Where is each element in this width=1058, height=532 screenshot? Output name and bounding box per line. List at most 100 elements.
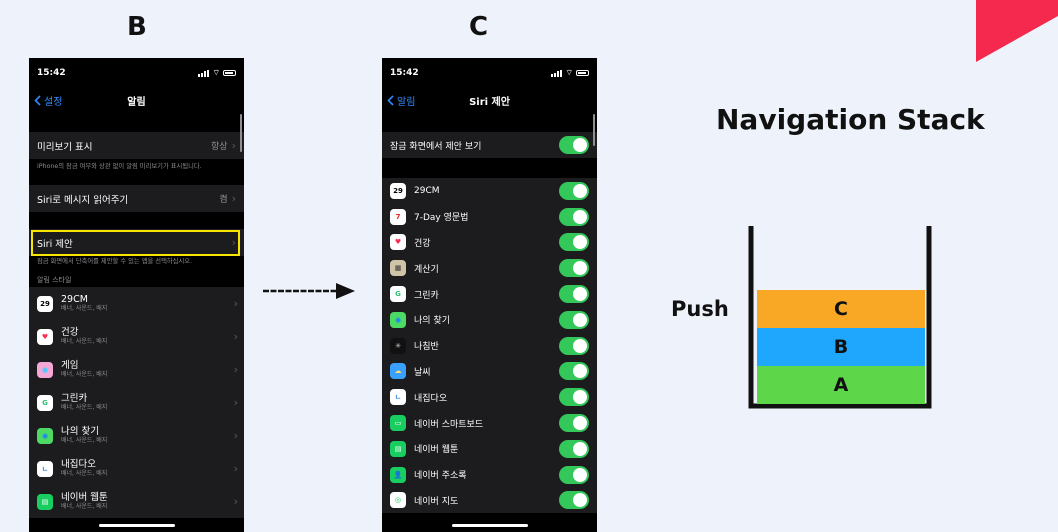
app-alert-style: 배너, 사운드, 배지 — [61, 370, 108, 378]
app-name: 29CM — [61, 293, 88, 305]
siri-highlight-box — [31, 230, 240, 256]
app-suggest-toggle[interactable] — [559, 233, 589, 252]
app-name: 날씨 — [414, 367, 431, 378]
signal-icon — [198, 69, 210, 77]
list-item: ✳ 나침반 — [382, 332, 597, 359]
chevron-right-icon: › — [233, 330, 238, 343]
app-toggle-list: 29 29CM 7 7-Day 영문법 ♥ 건강 ▦ 계산기 G 그린카 ◉ 나의 찾기 ✳ 나침반 ☁ 날씨… — [382, 178, 597, 514]
corner-decoration — [976, 0, 1058, 62]
app-name: 네이버 웹툰 — [414, 445, 459, 456]
label-b: B — [127, 12, 147, 42]
home-indicator — [98, 524, 175, 527]
section-header: 알림 스타일 — [29, 273, 244, 287]
status-bar: 15:42 ⌔ — [382, 58, 597, 88]
app-suggest-toggle[interactable] — [559, 181, 589, 200]
app-suggest-toggle[interactable] — [559, 310, 589, 329]
wifi-icon: ⌔ — [212, 68, 220, 77]
app-name: 나침반 — [414, 342, 439, 353]
app-name: 나의 찾기 — [414, 316, 450, 327]
app-alert-style: 배너, 사운드, 배지 — [61, 502, 108, 510]
list-item: ▦ 계산기 — [382, 255, 597, 282]
app-suggest-toggle[interactable] — [559, 362, 589, 381]
list-item[interactable]: ● 게임 배너, 사운드, 배지 › — [29, 353, 244, 386]
naver-webtoon-icon: ▤ — [390, 440, 406, 457]
lock-screen-suggest-label: 잠금 화면에서 제안 보기 — [390, 141, 482, 152]
app-suggest-toggle[interactable] — [559, 491, 589, 510]
chevron-left-icon — [387, 94, 394, 106]
preview-label: 미리보기 표시 — [37, 141, 93, 153]
health-icon: ♥ — [390, 234, 406, 251]
app-alert-style: 배너, 사운드, 배지 — [61, 469, 108, 477]
preview-row[interactable]: 미리보기 표시 항상 › — [29, 132, 244, 159]
list-item[interactable]: ◉ 나의 찾기 배너, 사운드, 배지 › — [29, 419, 244, 452]
siri-read-value: 켬 — [219, 195, 228, 205]
app-suggest-toggle[interactable] — [559, 207, 589, 226]
siri-read-label: Siri로 메시지 읽어주기 — [37, 194, 129, 206]
nav-bar: 설정 알림 — [29, 88, 244, 112]
naver-webtoon-icon: ▤ — [37, 493, 53, 510]
naejipdao-icon: ㄴ — [37, 460, 53, 477]
back-label: 설정 — [44, 96, 63, 108]
greencar-icon: G — [390, 286, 406, 303]
app-name: 건강 — [414, 238, 431, 249]
stack-block-a: A — [757, 366, 925, 404]
app-name: 내집다오 — [61, 458, 96, 470]
list-item[interactable]: ♥ 건강 배너, 사운드, 배지 › — [29, 320, 244, 353]
app-name: 건강 — [61, 326, 79, 338]
list-item: ◎ 네이버 지도 — [382, 487, 597, 514]
chevron-right-icon: › — [233, 363, 238, 376]
lock-screen-suggest-row: 잠금 화면에서 제안 보기 — [382, 132, 597, 158]
back-button[interactable]: 알림 — [382, 93, 415, 108]
29cm-icon: 29 — [37, 295, 53, 312]
back-button[interactable]: 설정 — [29, 93, 62, 108]
7day-grammar-icon: 7 — [390, 208, 406, 225]
app-suggest-toggle[interactable] — [559, 439, 589, 458]
app-alert-style: 배너, 사운드, 배지 — [61, 403, 108, 411]
naver-contacts-icon: 👤 — [390, 466, 406, 483]
list-item[interactable]: 29 29CM 배너, 사운드, 배지 › — [29, 287, 244, 320]
app-list: 29 29CM 배너, 사운드, 배지 › ♥ 건강 배너, 사운드, 배지 › ● 게임 배너, … — [29, 287, 244, 518]
app-suggest-toggle[interactable] — [559, 259, 589, 278]
stack-title: Navigation Stack — [716, 103, 985, 136]
app-name: 7-Day 영문법 — [414, 213, 469, 224]
29cm-icon: 29 — [390, 182, 406, 199]
scrollbar[interactable] — [593, 114, 595, 146]
list-item: ◉ 나의 찾기 — [382, 306, 597, 333]
status-time: 15:42 — [37, 68, 66, 78]
chevron-right-icon: › — [233, 297, 238, 310]
chevron-right-icon: › — [231, 192, 236, 205]
list-item: G 그린카 — [382, 281, 597, 307]
app-suggest-toggle[interactable] — [559, 336, 589, 355]
app-suggest-toggle[interactable] — [559, 414, 589, 433]
app-suggest-toggle[interactable] — [559, 388, 589, 407]
list-item: 29 29CM — [382, 178, 597, 204]
app-alert-style: 배너, 사운드, 배지 — [61, 337, 108, 345]
app-suggest-toggle[interactable] — [559, 285, 589, 304]
compass-icon: ✳ — [390, 337, 406, 354]
scrollbar[interactable] — [240, 114, 242, 152]
back-label: 알림 — [397, 96, 416, 108]
list-item: ㄴ 내집다오 — [382, 384, 597, 411]
stack-block-b: B — [757, 328, 925, 366]
app-alert-style: 배너, 사운드, 배지 — [61, 304, 108, 312]
nav-bar: 알림 Siri 제안 — [382, 88, 597, 112]
list-item[interactable]: ▤ 네이버 웹툰 배너, 사운드, 배지 › — [29, 485, 244, 518]
chevron-left-icon — [34, 94, 41, 106]
siri-read-row[interactable]: Siri로 메시지 읽어주기 켬 › — [29, 185, 244, 212]
siri-footer: 잠금 화면에서 단축어를 제안할 수 있는 앱을 선택하십시오. — [29, 256, 244, 273]
list-item: 7 7-Day 영문법 — [382, 203, 597, 230]
chevron-right-icon: › — [231, 139, 236, 152]
stack-block-c: C — [757, 290, 925, 328]
find-my-icon: ◉ — [37, 427, 53, 444]
lock-screen-suggest-toggle[interactable] — [559, 136, 589, 154]
arrow-right-icon — [263, 283, 355, 299]
chevron-right-icon: › — [233, 396, 238, 409]
list-item: ♥ 건강 — [382, 229, 597, 256]
push-label: Push — [671, 297, 729, 321]
app-suggest-toggle[interactable] — [559, 465, 589, 484]
list-item: ▤ 네이버 웹툰 — [382, 435, 597, 462]
list-item[interactable]: ㄴ 내집다오 배너, 사운드, 배지 › — [29, 452, 244, 485]
list-item[interactable]: G 그린카 배너, 사운드, 배지 › — [29, 386, 244, 419]
health-icon: ♥ — [37, 328, 53, 345]
calculator-icon: ▦ — [390, 260, 406, 277]
